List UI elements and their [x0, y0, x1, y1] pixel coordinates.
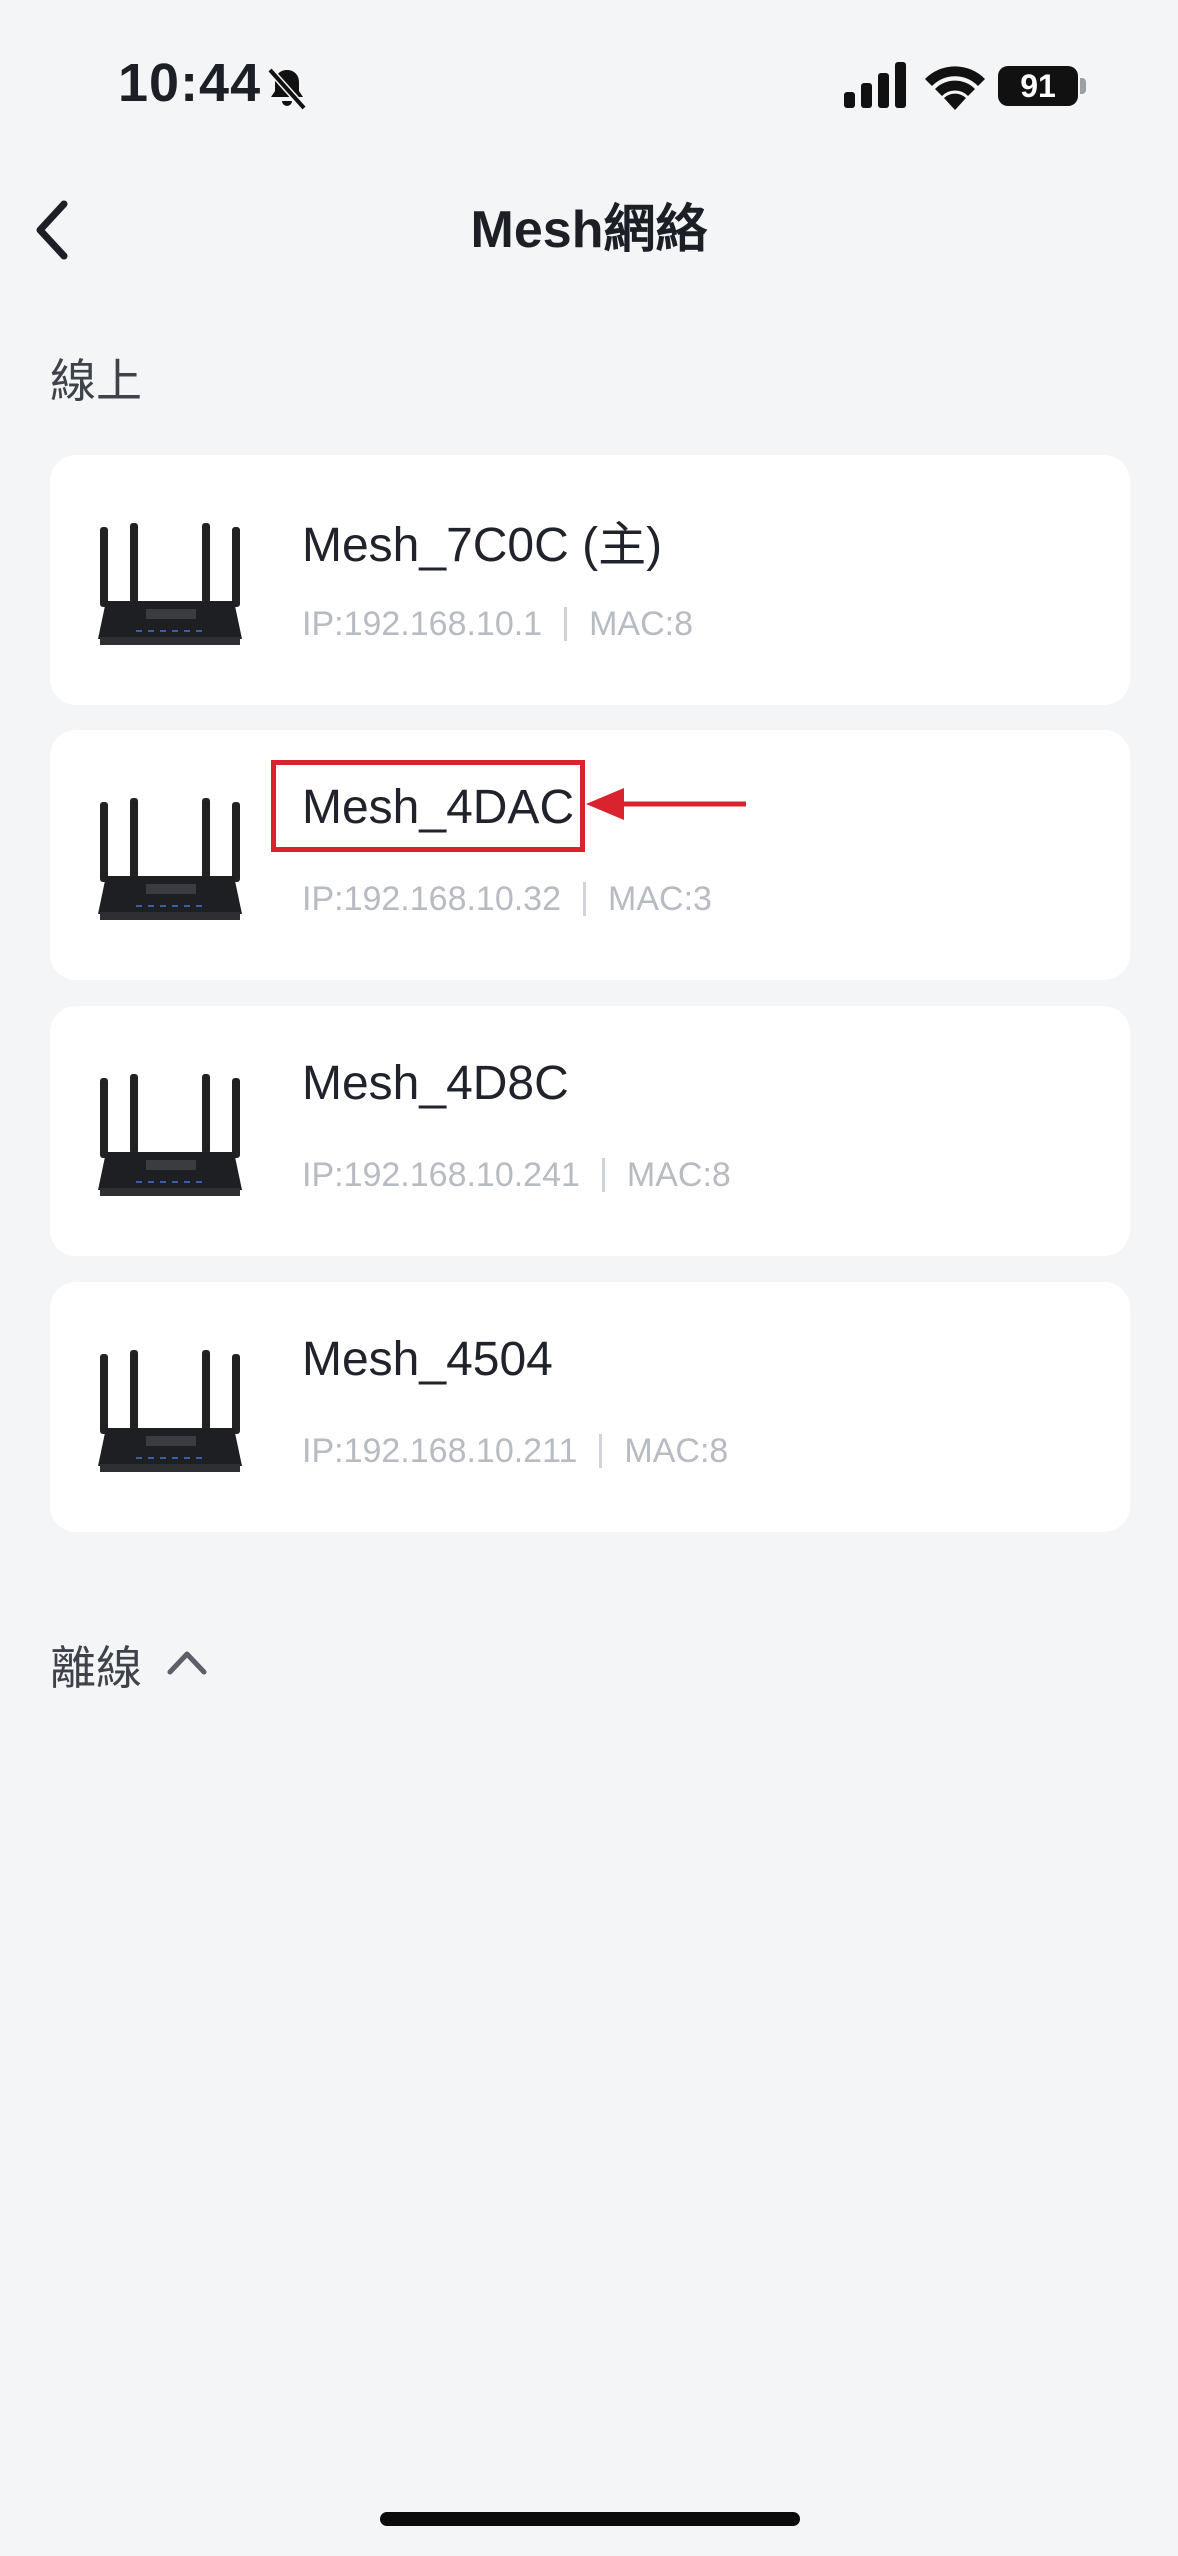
page-title: Mesh網絡	[470, 201, 708, 259]
router-icon	[98, 798, 242, 920]
device-name: Mesh_4504	[302, 1333, 553, 1386]
home-indicator	[380, 2512, 800, 2526]
divider	[599, 1434, 603, 1468]
device-card-mesh-4504[interactable]: Mesh_4504 IP:192.168.10.211 MAC:8	[50, 1282, 1130, 1532]
router-icon	[98, 523, 242, 645]
device-ip: IP:192.168.10.241	[302, 1156, 580, 1194]
bell-slash-icon	[267, 67, 307, 111]
device-ip: IP:192.168.10.1	[302, 605, 543, 643]
device-mac: MAC:8	[624, 1432, 729, 1470]
divider	[564, 607, 568, 641]
annotation-highlight-box	[271, 760, 585, 852]
device-ip: IP:192.168.10.32	[302, 880, 562, 918]
device-info: IP:192.168.10.211 MAC:8	[302, 1432, 792, 1471]
router-icon	[98, 1350, 242, 1472]
device-card-mesh-4dac[interactable]: Mesh_4DAC IP:192.168.10.32 MAC:3	[50, 730, 1130, 980]
device-mac: MAC:3	[608, 880, 712, 918]
online-section-label: 線上	[50, 355, 142, 407]
device-mac: MAC:8	[589, 605, 692, 643]
status-time: 10:44	[118, 53, 262, 113]
wifi-icon	[925, 66, 985, 110]
device-name: Mesh_7C0C (主)	[302, 519, 663, 572]
device-info: IP:192.168.10.1 MAC:8	[302, 605, 692, 644]
device-info: IP:192.168.10.32 MAC:3	[302, 880, 716, 919]
battery-tip	[1080, 78, 1086, 94]
offline-section-toggle[interactable]: 離線	[50, 1632, 142, 1698]
annotation-arrow-icon	[586, 788, 746, 820]
battery-icon: 91	[998, 66, 1078, 106]
router-icon	[98, 1074, 242, 1196]
device-info: IP:192.168.10.241 MAC:8	[302, 1156, 797, 1195]
device-ip: IP:192.168.10.211	[302, 1432, 578, 1470]
signal-icon	[844, 62, 906, 108]
divider	[583, 882, 587, 916]
device-mac: MAC:8	[626, 1156, 731, 1194]
divider	[601, 1158, 605, 1192]
chevron-up-icon[interactable]	[164, 1640, 210, 1686]
device-name: Mesh_4D8C	[302, 1057, 569, 1110]
device-card-mesh-4d8c[interactable]: Mesh_4D8C IP:192.168.10.241 MAC:8	[50, 1006, 1130, 1256]
device-card-mesh-7c0c[interactable]: Mesh_7C0C (主) IP:192.168.10.1 MAC:8	[50, 455, 1130, 705]
status-bar: 10:44 91	[0, 0, 1178, 150]
